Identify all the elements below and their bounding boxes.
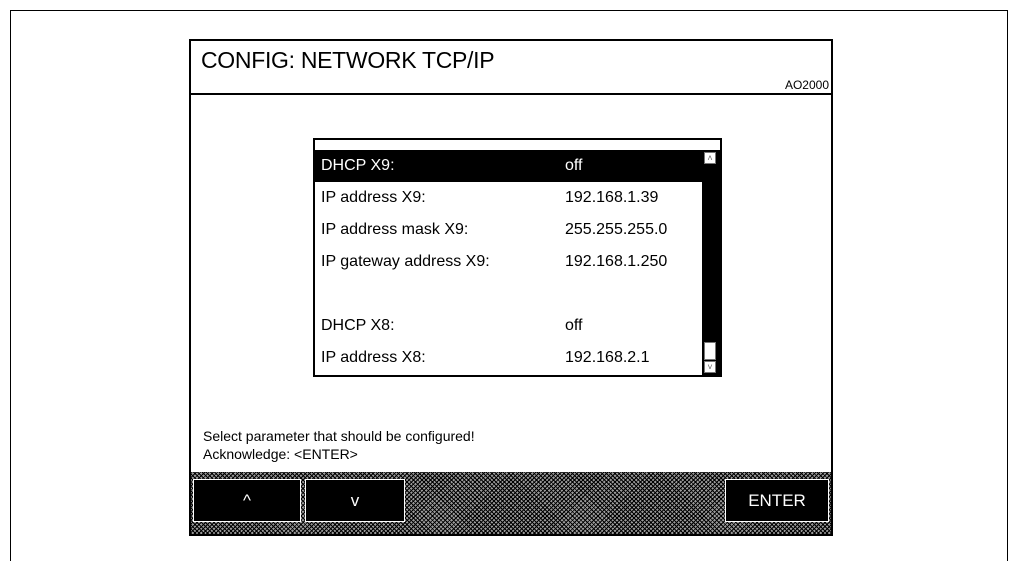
scroll-up-arrow-icon[interactable]: ˄ [704,152,716,164]
list-item-ip-mask-x9[interactable]: IP address mask X9: 255.255.255.0 [315,214,703,246]
list-item-label: IP address X8: [321,349,426,366]
list-item-ip-address-x9[interactable]: IP address X9: 192.168.1.39 [315,182,703,214]
parameter-list[interactable]: DHCP X9: off IP address X9: 192.168.1.39… [313,138,722,377]
softkey-enter-button[interactable]: ENTER [725,479,829,522]
softkey-up-button[interactable]: ^ [193,479,301,522]
list-item-ip-gateway-x9[interactable]: IP gateway address X9: 192.168.1.250 [315,246,703,278]
softkey-down-button[interactable]: v [305,479,405,522]
list-item-value: 192.168.1.39 [565,189,659,206]
list-item-label: DHCP X8: [321,317,395,334]
scroll-thumb[interactable] [704,342,716,360]
title-divider [191,93,831,95]
device-screen: CONFIG: NETWORK TCP/IP AO2000 DHCP X9: o… [189,39,833,536]
list-item-blank [315,278,703,310]
list-item-dhcp-x9[interactable]: DHCP X9: off [315,150,703,182]
parameter-rows: DHCP X9: off IP address X9: 192.168.1.39… [315,150,703,374]
status-line-instruction: Select parameter that should be configur… [203,428,475,444]
model-label: AO2000 [784,78,829,92]
softkey-bar: ^ v ENTER [191,472,831,534]
list-item-value: 255.255.255.0 [565,221,668,238]
list-item-label: IP address X9: [321,189,426,206]
list-item-label: IP gateway address X9: [321,253,490,270]
frame-left-border [10,10,11,561]
list-item-dhcp-x8[interactable]: DHCP X8: off [315,310,703,342]
screen-title: CONFIG: NETWORK TCP/IP [201,47,495,73]
list-item-value: 192.168.1.250 [565,253,668,270]
list-item-value: off [565,157,583,174]
frame-top-border [10,10,1008,11]
list-scrollbar[interactable]: ˄ ˅ [702,150,720,375]
list-item-label: IP address mask X9: [321,221,469,238]
scroll-down-arrow-icon[interactable]: ˅ [704,361,716,373]
status-line-acknowledge: Acknowledge: <ENTER> [203,446,358,462]
list-item-value: off [565,317,583,334]
list-item-label: DHCP X9: [321,157,395,174]
list-item-ip-address-x8[interactable]: IP address X8: 192.168.2.1 [315,342,703,374]
frame-right-border [1007,10,1008,561]
list-item-value: 192.168.2.1 [565,349,650,366]
status-message: Select parameter that should be configur… [203,427,475,463]
